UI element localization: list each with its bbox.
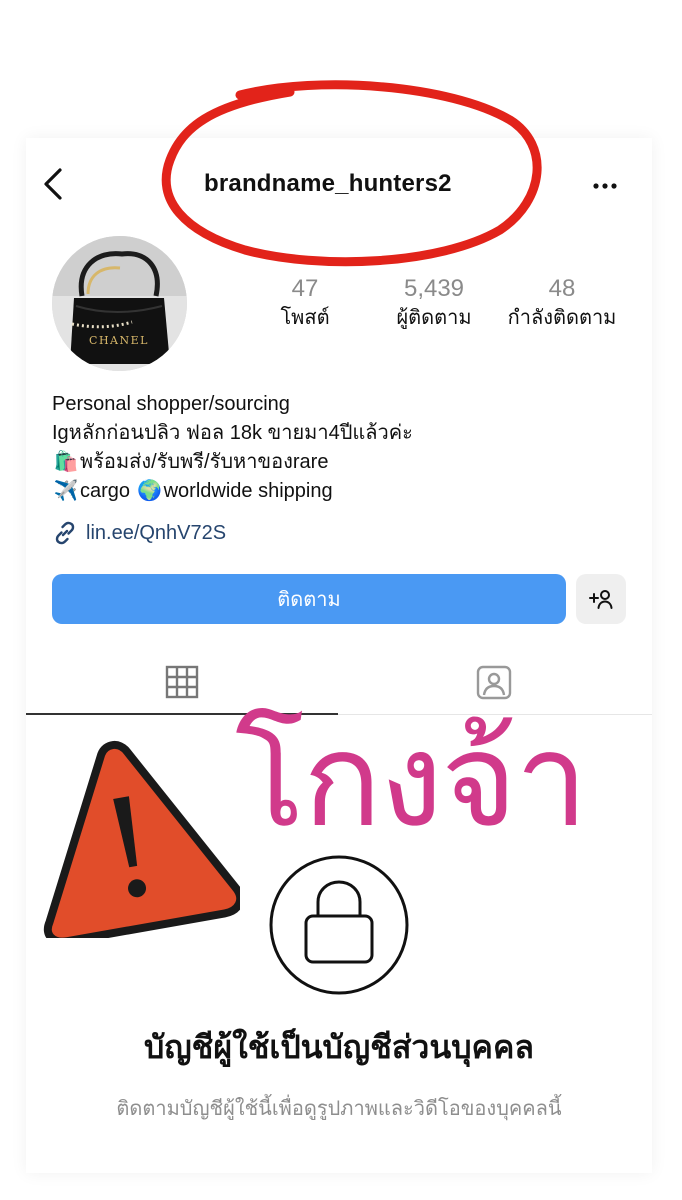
profile-link-text: lin.ee/QnhV72S [86, 521, 227, 544]
globe-icon: 🌍 [137, 480, 163, 502]
stat-following-label: กำลังติดตาม [507, 307, 617, 329]
add-user-icon [589, 590, 613, 609]
more-options-button[interactable] [591, 168, 619, 200]
grid-icon [165, 665, 199, 699]
bio-line-4-cargo: cargo [80, 480, 131, 502]
bio-line-3: 🛍️พร้อมส่ง/รับพรี/รับหาของrare [52, 448, 612, 477]
stat-posts-value: 47 [291, 275, 319, 302]
add-user-button[interactable] [576, 574, 626, 624]
chanel-bag-image: CHANEL [52, 236, 187, 371]
bio-line-1: Personal shopper/sourcing [52, 393, 290, 415]
profile-header: brandname_hunters2 [26, 160, 652, 210]
stat-posts[interactable]: 47 โพสต์ [235, 274, 375, 332]
profile-link[interactable]: lin.ee/QnhV72S [52, 518, 226, 548]
follow-button[interactable]: ติดตาม [52, 574, 566, 624]
profile-username: brandname_hunters2 [204, 170, 452, 197]
avatar[interactable]: CHANEL [52, 236, 187, 371]
link-icon [55, 521, 75, 545]
stat-following-value: 48 [548, 275, 576, 302]
back-button[interactable] [38, 164, 68, 204]
bio-line-2: Igหลักก่อนปลิว ฟอล 18k ขายมา4ปีแล้วค่ะ [52, 422, 413, 444]
chevron-left-icon [44, 168, 62, 200]
bio-line-4-shipping: worldwide shipping [163, 480, 333, 502]
profile-stats: 47 โพสต์ 5,439 ผู้ติดตาม 48 กำลังติดตาม [240, 274, 640, 334]
stat-followers[interactable]: 5,439 ผู้ติดตาม [364, 274, 504, 332]
lock-icon [269, 855, 409, 995]
stat-posts-label: โพสต์ [280, 307, 330, 329]
bio-line-3-text: พร้อมส่ง/รับพรี/รับหาของrare [80, 451, 329, 473]
stat-followers-value: 5,439 [403, 275, 465, 302]
private-account-subtitle: ติดตามบัญชีผู้ใช้นี้เพื่อดูรูปภาพและวิดี… [116, 1098, 562, 1120]
shopping-bags-icon: 🛍️ [53, 451, 79, 473]
more-icon [593, 183, 617, 189]
airplane-icon: ✈️ [53, 480, 79, 502]
warning-icon [43, 741, 240, 938]
stat-following[interactable]: 48 กำลังติดตาม [492, 274, 632, 332]
avatar-brand-text: CHANEL [89, 334, 149, 347]
private-account-title: บัญชีผู้ใช้เป็นบัญชีส่วนบุคคล [144, 1029, 534, 1065]
bio-line-4: ✈️cargo 🌍worldwide shipping [52, 477, 612, 506]
tagged-icon [476, 665, 512, 700]
profile-bio: Personal shopper/sourcing Igหลักก่อนปลิว… [52, 390, 612, 506]
stat-followers-label: ผู้ติดตาม [396, 307, 472, 329]
scam-warning-text: โกงจ้า [235, 704, 588, 856]
